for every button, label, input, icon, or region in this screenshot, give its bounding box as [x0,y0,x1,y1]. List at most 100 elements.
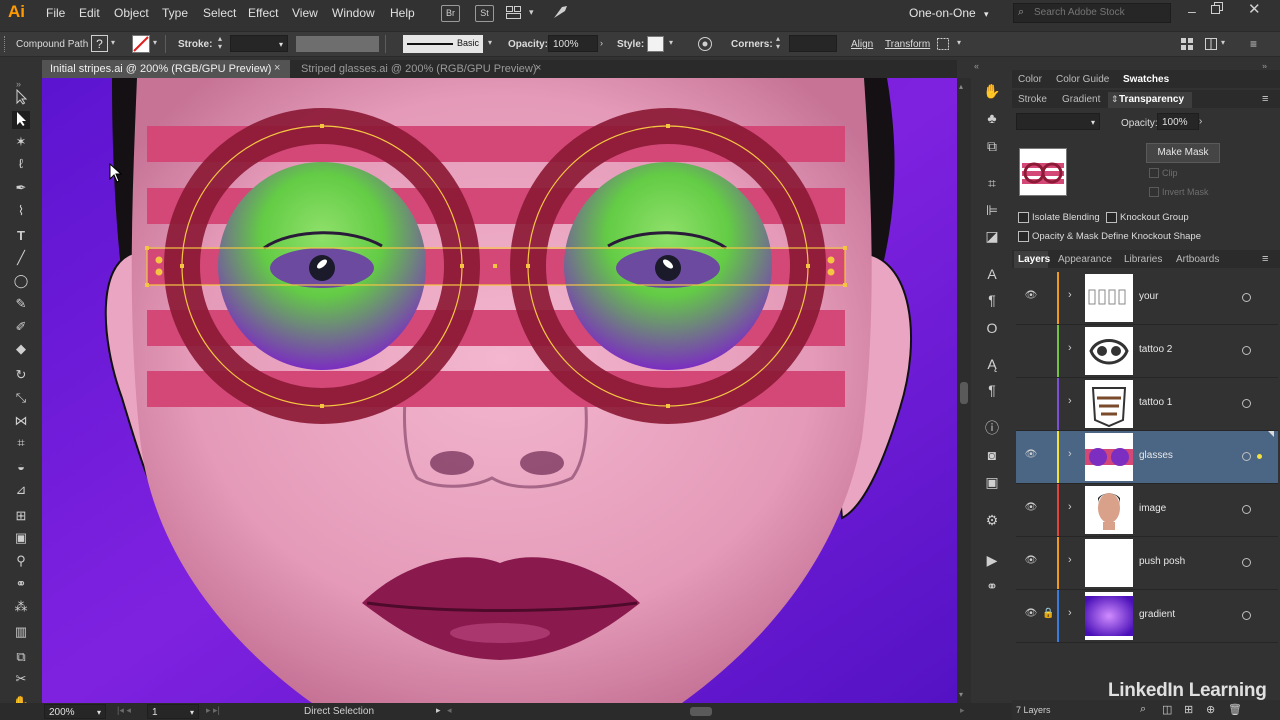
blend-mode-select[interactable]: ▾ [1016,113,1100,130]
arrange-documents-icon[interactable] [506,6,522,19]
eraser-tool-icon[interactable]: ◆ [12,340,30,358]
visibility-eye-icon[interactable]: 👁 [1024,502,1038,516]
menu-view[interactable]: View [292,6,318,20]
ellipse-tool-icon[interactable]: ◯ [12,272,30,290]
scale-tool-icon[interactable]: ⤡ [12,389,30,407]
selection-tool-icon[interactable] [12,88,30,107]
target-circle-icon[interactable] [1242,293,1251,302]
chevron-down-icon[interactable]: ▾ [957,38,961,47]
visibility-eye-icon[interactable]: 👁 [1024,608,1038,622]
vertical-scrollbar[interactable]: ▴ ▾ [957,78,971,703]
minimize-icon[interactable]: – [1188,3,1196,19]
recolor-artwork-icon[interactable] [697,36,713,52]
restore-icon[interactable] [1211,2,1223,14]
tab-stroke[interactable]: Stroke [1018,94,1047,105]
scroll-up-icon[interactable]: ▴ [959,82,963,91]
tab-appearance[interactable]: Appearance [1058,254,1112,265]
stock-search[interactable]: ⌕ [1013,3,1171,23]
shaper-tool-icon[interactable]: ✐ [12,318,30,336]
menu-edit[interactable]: Edit [79,6,100,20]
mask-thumbnail[interactable] [1019,148,1067,196]
artboard-navigator[interactable]: 1 ▾ [147,704,199,719]
layer-row[interactable]: 👁 › push posh [1016,537,1278,590]
close-icon[interactable]: ✕ [1248,0,1261,18]
target-circle-icon[interactable] [1242,346,1251,355]
eyedropper-tool-icon[interactable]: ⚲ [12,552,30,570]
workspace-switcher[interactable]: One-on-One ▾ [909,6,989,20]
pathfinder-icon[interactable]: ◪ [982,226,1002,246]
grid-icon[interactable] [1204,37,1218,51]
tab-gradient[interactable]: Gradient [1062,94,1100,105]
slice-tool-icon[interactable]: ✂ [12,670,30,688]
info-icon[interactable]: ⓘ [982,418,1002,438]
tab-initial-stripes[interactable]: Initial stripes.ai @ 200% (RGB/GPU Previ… [42,60,290,78]
layer-row[interactable]: 👁 🔒 › gradient [1016,590,1278,643]
horizontal-scroll-thumb[interactable] [690,707,712,716]
visibility-eye-icon[interactable]: 👁 [1024,290,1038,304]
symbol-sprayer-tool-icon[interactable]: ⁂ [12,598,30,616]
collapse-panel-icon[interactable]: « [974,61,979,71]
tab-layers[interactable]: Layers [1018,254,1050,265]
new-sublayer-icon[interactable]: ⊞ [1184,703,1193,716]
layer-row[interactable]: 👁 › image [1016,484,1278,537]
column-graph-tool-icon[interactable]: ▥ [12,623,30,641]
chevron-down-icon[interactable]: ▾ [529,7,534,18]
perspective-grid-tool-icon[interactable]: ⊿ [12,481,30,499]
menu-file[interactable]: File [46,6,65,20]
isolate-group-icon[interactable] [936,37,950,51]
scroll-thumb[interactable] [960,382,968,404]
menu-window[interactable]: Window [332,6,375,20]
new-layer-icon[interactable]: ⊕ [1206,703,1215,716]
lasso-tool-icon[interactable]: ℓ [12,155,30,173]
chevron-down-icon[interactable]: ▾ [669,38,673,47]
brush-definition[interactable]: Basic [403,35,483,53]
target-circle-icon[interactable] [1242,452,1251,461]
transform-link[interactable]: Transform [885,39,930,50]
layer-row[interactable]: › tattoo 2 [1016,325,1278,378]
menu-help[interactable]: Help [390,6,415,20]
stroke-stepper[interactable]: ▴ ▾ [218,35,222,51]
curvature-tool-icon[interactable]: ⌇ [12,202,30,220]
links-icon[interactable]: ◙ [982,445,1002,465]
target-circle-icon[interactable] [1242,558,1251,567]
chevron-right-icon[interactable]: › [600,38,603,48]
chevron-down-icon[interactable]: ▾ [111,38,115,47]
character-styles-icon[interactable]: Ą [982,354,1002,374]
paintbrush-tool-icon[interactable]: ✎ [12,295,30,313]
stroke-weight-field[interactable]: ▾ [230,35,288,52]
rotate-tool-icon[interactable]: ↻ [12,366,30,384]
transparency-opacity-field[interactable]: 100% [1157,113,1199,130]
lock-icon[interactable]: 🔒 [1042,608,1054,619]
bridge-button[interactable]: Br [441,5,460,22]
collapse-toolbar-icon[interactable]: » [16,79,21,89]
direct-selection-tool-icon[interactable] [12,111,30,129]
type-tool-icon[interactable]: T [12,227,30,245]
opacity-label[interactable]: Opacity: [508,39,548,50]
tab-color-guide[interactable]: Color Guide [1056,74,1109,85]
opentype-panel-icon[interactable]: O [982,318,1002,338]
tab-color[interactable]: Color [1018,74,1042,85]
graphic-style-swatch[interactable] [647,36,664,52]
artboard-canvas[interactable] [42,78,957,703]
artboard-tool-icon[interactable]: ⧉ [12,648,30,666]
locate-object-icon[interactable]: ⌕ [1140,703,1146,716]
artboards-panel-icon[interactable]: ▣ [982,472,1002,492]
grip-handle[interactable] [4,36,8,52]
free-transform-tool-icon[interactable]: ⌗ [12,434,30,452]
visibility-eye-icon[interactable]: 👁 [1024,449,1038,463]
blend-tool-icon[interactable]: ⚭ [12,575,30,593]
corners-field[interactable] [789,35,837,52]
actions-play-icon[interactable]: ▶ [982,550,1002,570]
tab-transparency[interactable]: ⇕ Transparency [1108,92,1192,108]
expand-arrow-icon[interactable]: › [1068,554,1072,566]
menu-select[interactable]: Select [203,6,236,20]
close-tab-icon[interactable]: × [535,62,541,74]
gear-icon[interactable]: ⚙ [982,510,1002,530]
transform-panel-icon[interactable]: ⌗ [982,173,1002,193]
align-panel-icon[interactable] [1180,37,1194,51]
target-circle-icon[interactable] [1242,505,1251,514]
magic-wand-tool-icon[interactable]: ✶ [12,133,30,151]
line-tool-icon[interactable]: ╱ [12,249,30,267]
expand-arrow-icon[interactable]: › [1068,448,1072,460]
panel-menu-icon[interactable]: ≡ [1262,253,1268,265]
